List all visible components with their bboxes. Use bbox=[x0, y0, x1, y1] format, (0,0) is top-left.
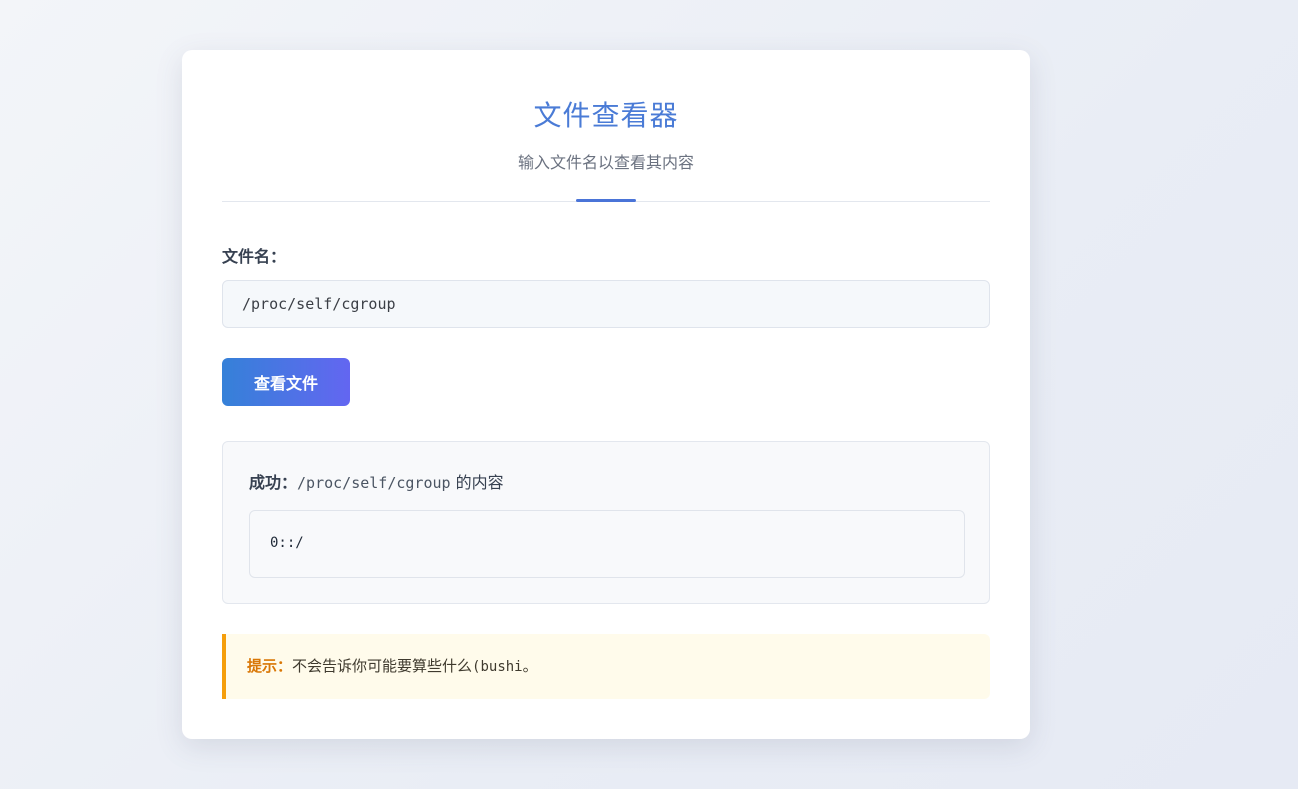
hint-box: 提示：不会告诉你可能要算些什么(bushi。 bbox=[222, 634, 990, 699]
file-viewer-card: 文件查看器 输入文件名以查看其内容 文件名： 查看文件 成功：/proc/sel… bbox=[182, 50, 1030, 739]
result-heading: 成功：/proc/self/cgroup 的内容 bbox=[249, 469, 504, 493]
hint-text-end: 。 bbox=[522, 657, 538, 675]
filename-label: 文件名： bbox=[222, 247, 287, 266]
page-title: 文件查看器 bbox=[533, 99, 679, 132]
view-file-button[interactable]: 查看文件 bbox=[222, 358, 350, 406]
file-content-text: 0::/ bbox=[270, 535, 304, 551]
header-divider-accent bbox=[576, 199, 636, 202]
hint-text: 提示：不会告诉你可能要算些什么(bushi。 bbox=[247, 655, 538, 676]
result-path: /proc/self/cgroup bbox=[297, 474, 451, 492]
filename-input[interactable] bbox=[222, 280, 990, 328]
result-panel: 成功：/proc/self/cgroup 的内容 0::/ bbox=[222, 441, 990, 604]
result-status-label: 成功： bbox=[249, 473, 298, 492]
page-subtitle: 输入文件名以查看其内容 bbox=[517, 153, 694, 172]
file-content-box: 0::/ bbox=[249, 510, 965, 578]
result-suffix: 的内容 bbox=[450, 473, 504, 492]
hint-text-main: 不会告诉你可能要算些什么 bbox=[292, 657, 473, 675]
hint-label: 提示： bbox=[247, 657, 293, 675]
hint-text-mono: (bushi bbox=[472, 659, 523, 675]
